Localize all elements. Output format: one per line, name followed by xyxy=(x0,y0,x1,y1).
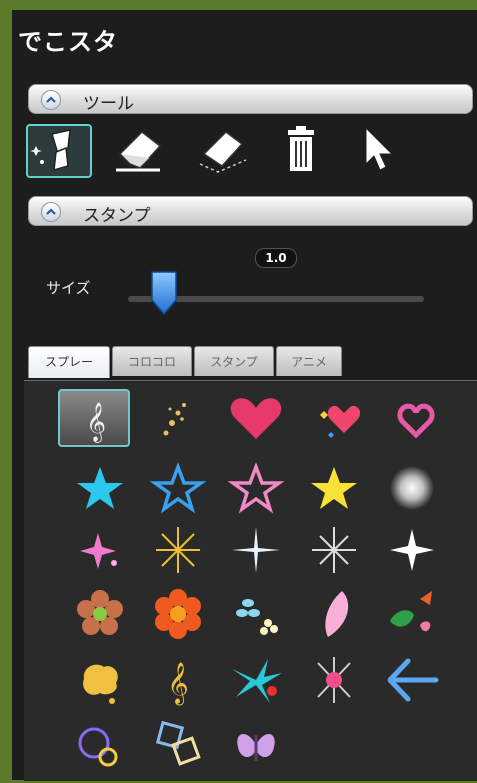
tools-section-header[interactable]: ツール xyxy=(28,84,473,114)
white-four-point-star-icon[interactable] xyxy=(376,521,448,579)
size-label: サイズ xyxy=(46,279,91,297)
eraser-icon[interactable] xyxy=(110,124,176,178)
tab-anime[interactable]: アニメ xyxy=(276,346,342,376)
brown-flower-icon[interactable] xyxy=(64,585,136,643)
chevron-up-icon[interactable] xyxy=(41,90,61,110)
white-glow-icon[interactable] xyxy=(376,459,448,517)
heart-outline-icon[interactable] xyxy=(380,389,452,447)
tools-section-label: ツール xyxy=(83,94,134,114)
pink-star-outline-icon[interactable] xyxy=(220,459,292,517)
tab-spray[interactable]: スプレー xyxy=(28,346,110,378)
pink-sparkle-icon[interactable] xyxy=(64,521,136,579)
eraser-outline-icon[interactable] xyxy=(192,124,258,178)
size-slider-thumb[interactable] xyxy=(150,270,178,316)
cyan-star-icon[interactable] xyxy=(64,459,136,517)
svg-text:𝄞: 𝄞 xyxy=(86,402,106,443)
size-value: 1.0 xyxy=(255,248,297,268)
trash-icon[interactable] xyxy=(270,124,336,178)
yellow-star-icon[interactable] xyxy=(298,459,370,517)
svg-text:𝄞: 𝄞 xyxy=(167,662,188,705)
blue-star-outline-icon[interactable] xyxy=(142,459,214,517)
stamp-grid: 𝄞 𝄞 xyxy=(24,380,477,781)
tools-toolbar xyxy=(20,120,477,182)
stamp-section-label: スタンプ xyxy=(83,206,151,226)
app-title: でこスタ xyxy=(18,28,118,56)
pink-heart-icon[interactable] xyxy=(220,389,292,447)
stamp-section-header[interactable]: スタンプ xyxy=(28,196,473,226)
white-twinkle-icon[interactable] xyxy=(220,521,292,579)
squares-icon[interactable] xyxy=(142,715,214,773)
blue-arrow-icon[interactable] xyxy=(376,651,448,709)
pointer-icon[interactable] xyxy=(348,124,414,178)
silver-twinkle-icon[interactable] xyxy=(298,521,370,579)
yellow-splash-icon[interactable] xyxy=(64,651,136,709)
orange-flower-icon[interactable] xyxy=(142,585,214,643)
chevron-up-icon[interactable] xyxy=(41,202,61,222)
blue-flowers-icon[interactable] xyxy=(220,585,292,643)
sparkle-trail-icon[interactable] xyxy=(140,389,212,447)
leaves-icon[interactable] xyxy=(376,585,448,643)
dark-burst-icon[interactable] xyxy=(298,651,370,709)
butterfly-icon[interactable] xyxy=(220,715,292,773)
treble-clef-icon[interactable]: 𝄞 xyxy=(58,389,130,447)
tab-korokoro[interactable]: コロコロ xyxy=(112,346,192,376)
circles-icon[interactable] xyxy=(64,715,136,773)
gold-clef-icon[interactable]: 𝄞 xyxy=(142,651,214,709)
pink-petal-icon[interactable] xyxy=(298,585,370,643)
magic-brush-icon[interactable] xyxy=(26,124,92,178)
hearts-icon[interactable] xyxy=(300,389,372,447)
gold-sparkle-icon[interactable] xyxy=(142,521,214,579)
tab-stamp[interactable]: スタンプ xyxy=(194,346,274,376)
cyan-shuriken-icon[interactable] xyxy=(220,651,292,709)
